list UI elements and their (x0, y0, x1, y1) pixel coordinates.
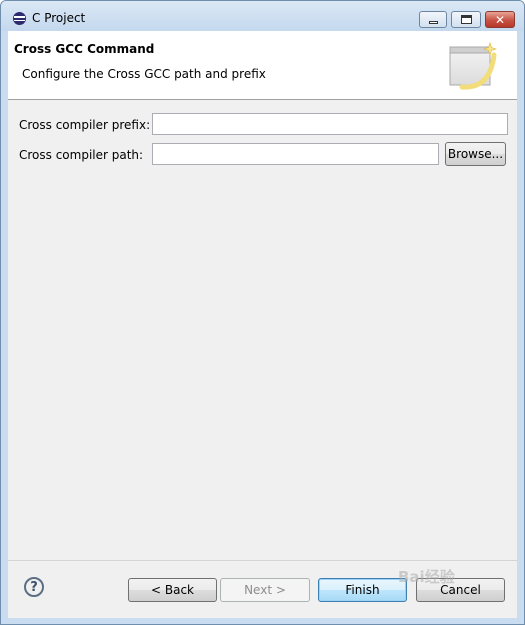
maximize-button[interactable] (451, 11, 481, 28)
compiler-prefix-input[interactable] (152, 113, 508, 135)
wizard-content: Cross compiler prefix: Cross compiler pa… (8, 99, 517, 561)
help-icon[interactable]: ? (24, 577, 44, 597)
prefix-label: Cross compiler prefix: (19, 118, 151, 132)
wizard-header: Cross GCC Command Configure the Cross GC… (8, 31, 517, 99)
close-icon: ✕ (494, 12, 506, 27)
wizard-banner-icon (449, 42, 497, 90)
minimize-button[interactable] (419, 11, 447, 28)
title-bar[interactable]: C Project ✕ (1, 1, 524, 31)
back-button[interactable]: < Back (128, 578, 217, 602)
path-label: Cross compiler path: (19, 148, 144, 162)
wizard-footer: ? < Back Next > Finish Cancel (8, 560, 517, 618)
finish-button[interactable]: Finish (318, 578, 407, 602)
window-title: C Project (32, 11, 86, 25)
maximize-icon (460, 15, 472, 24)
minimize-icon (428, 21, 438, 24)
page-description: Configure the Cross GCC path and prefix (22, 67, 266, 81)
eclipse-icon (13, 12, 26, 25)
dialog-window: C Project ✕ Cross GCC Command Configure … (0, 0, 525, 625)
close-button[interactable]: ✕ (485, 11, 515, 28)
compiler-path-input[interactable] (152, 143, 439, 165)
page-title: Cross GCC Command (14, 42, 155, 56)
next-button[interactable]: Next > (220, 578, 310, 602)
cancel-button[interactable]: Cancel (416, 578, 505, 602)
browse-button[interactable]: Browse... (445, 142, 506, 166)
